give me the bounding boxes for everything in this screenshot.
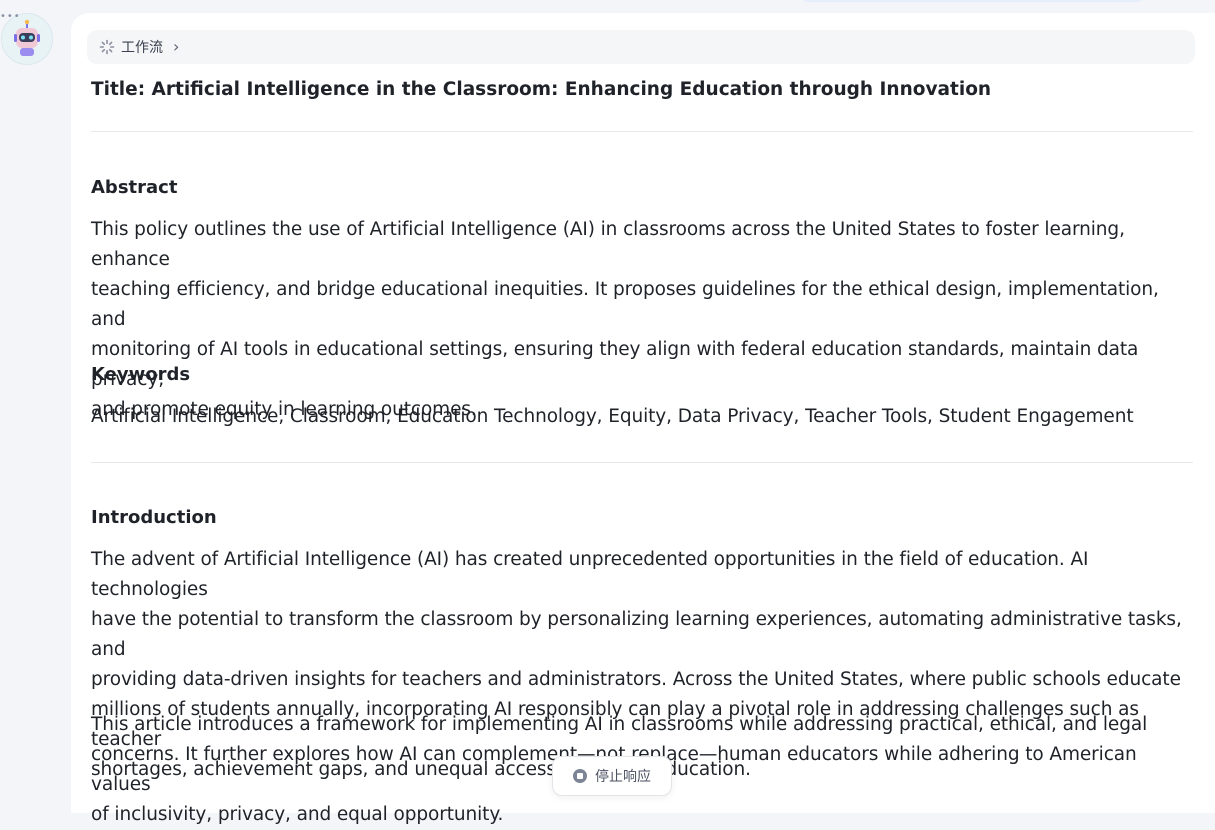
workflow-toggle[interactable]: 工作流 › <box>87 30 1195 64</box>
introduction-heading: Introduction <box>91 507 217 528</box>
divider <box>91 131 1193 132</box>
text-line: This article introduces a framework for … <box>91 714 1148 735</box>
text-line: monitoring of AI tools in educational se… <box>91 339 1139 390</box>
text-line: of inclusivity, privacy, and equal oppor… <box>91 804 504 825</box>
abstract-paragraph: This policy outlines the use of Artifici… <box>91 215 1193 425</box>
abstract-heading: Abstract <box>91 177 178 198</box>
loading-spinner-icon <box>99 39 115 55</box>
keywords-text: Artificial Intelligence, Classroom, Educ… <box>91 406 1134 427</box>
text-line: teaching efficiency, and bridge educatio… <box>91 279 1159 330</box>
top-input-pill <box>800 0 1145 2</box>
message-card: 工作流 › Title: Artificial Intelligence in … <box>71 13 1215 825</box>
text-line: This policy outlines the use of Artifici… <box>91 219 1125 270</box>
stop-response-label: 停止响应 <box>595 769 651 785</box>
divider <box>91 462 1193 463</box>
typing-dots-icon: ••• <box>0 11 21 22</box>
workflow-label: 工作流 <box>121 40 163 56</box>
stop-icon <box>573 769 587 783</box>
text-line: The advent of Artificial Intelligence (A… <box>91 549 1089 600</box>
keywords-heading: Keywords <box>91 364 191 385</box>
text-line: providing data-driven insights for teach… <box>91 669 1181 690</box>
stop-response-button[interactable]: 停止响应 <box>552 756 672 796</box>
text-line: have the potential to transform the clas… <box>91 609 1182 660</box>
document-title: Title: Artificial Intelligence in the Cl… <box>91 79 992 100</box>
chevron-right-icon: › <box>173 37 180 56</box>
